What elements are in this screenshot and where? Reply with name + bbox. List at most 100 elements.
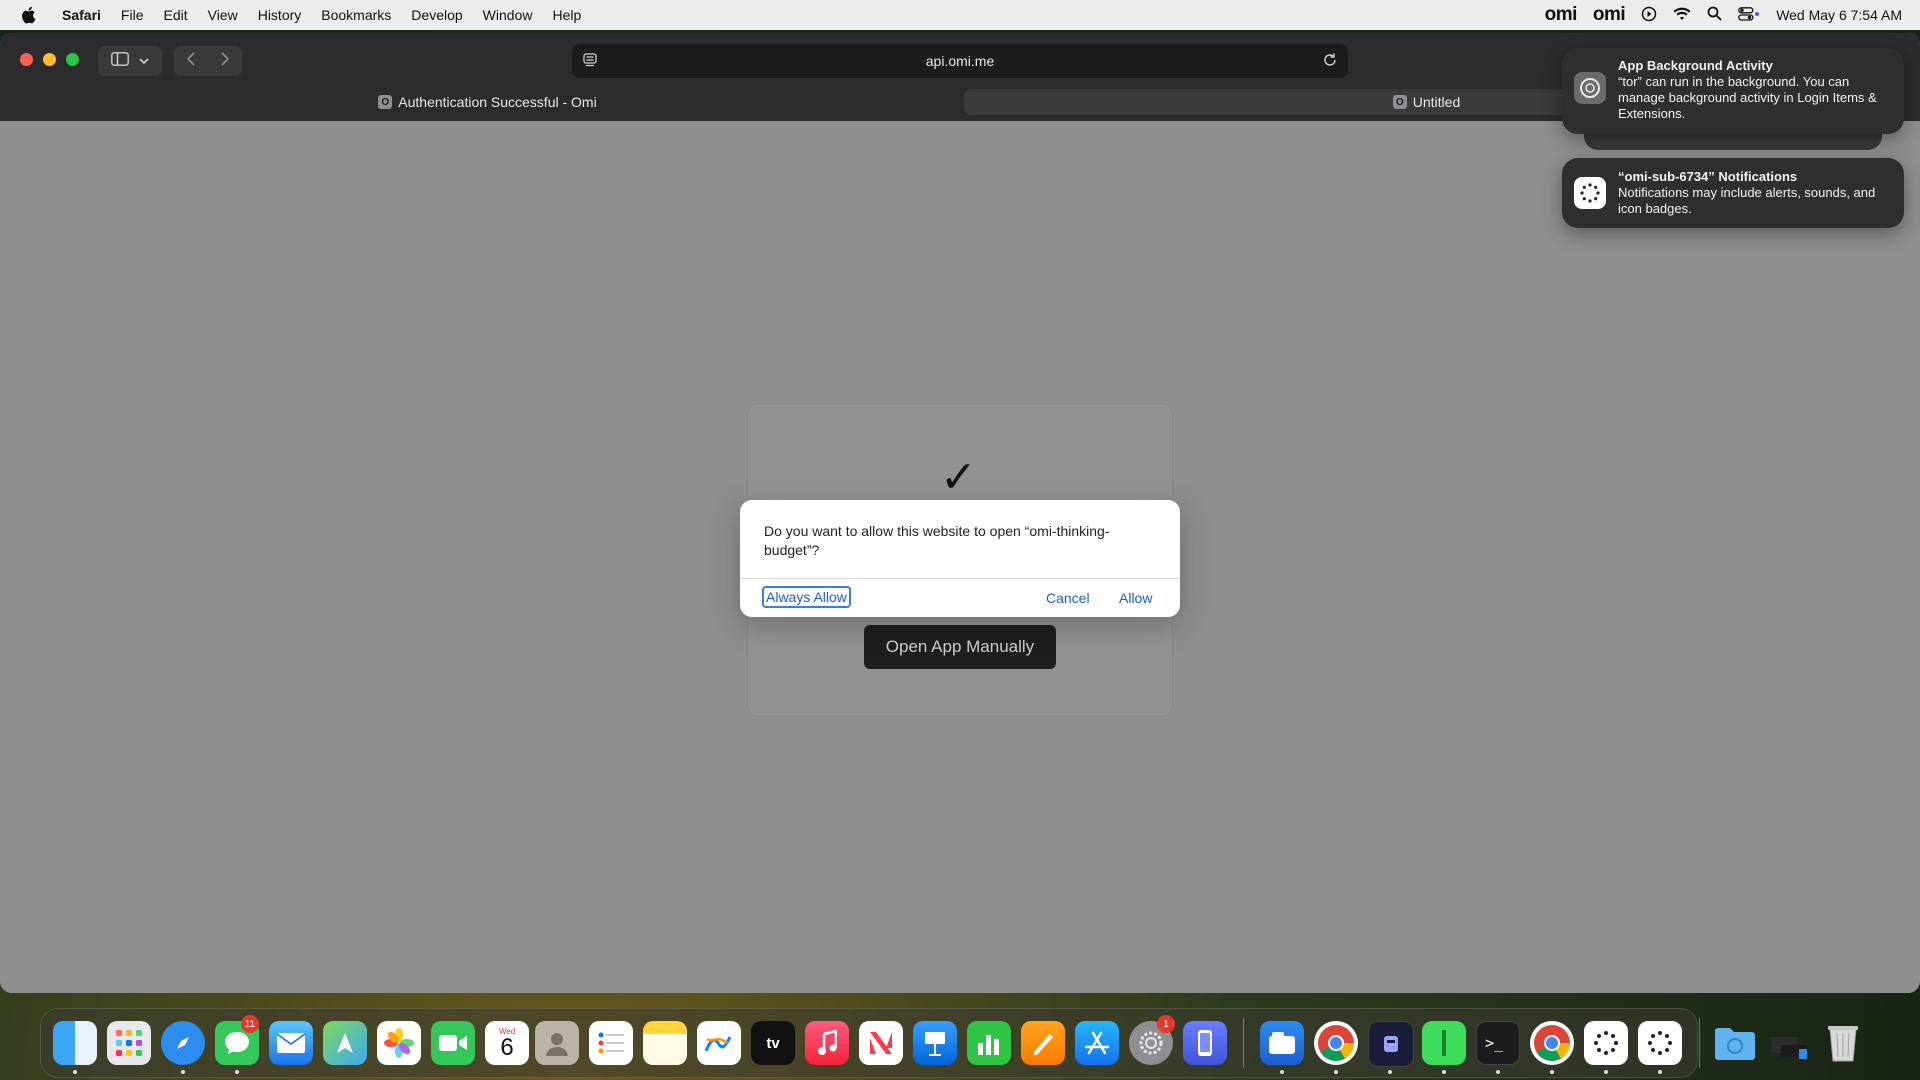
messages-badge: 11 bbox=[241, 1015, 259, 1033]
notes-icon[interactable] bbox=[643, 1021, 687, 1065]
keynote-icon[interactable] bbox=[913, 1021, 957, 1065]
running-indicator bbox=[1496, 1070, 1500, 1074]
omi-status-item-2[interactable]: omi bbox=[1593, 4, 1626, 26]
chevron-down-icon bbox=[139, 52, 149, 70]
app-store-icon[interactable] bbox=[1075, 1021, 1119, 1065]
back-button[interactable] bbox=[186, 51, 196, 71]
omi-app-icon[interactable] bbox=[1368, 1021, 1414, 1067]
system-settings-badge: 1 bbox=[1157, 1015, 1175, 1033]
dots-icon bbox=[1574, 177, 1606, 209]
running-indicator bbox=[1442, 1070, 1446, 1074]
notification-body: “tor” can run in the background. You can… bbox=[1618, 74, 1877, 121]
cancel-button[interactable]: Cancel bbox=[1046, 590, 1090, 606]
close-window-button[interactable] bbox=[20, 53, 33, 66]
allow-button[interactable]: Allow bbox=[1119, 590, 1152, 606]
contacts-icon[interactable] bbox=[535, 1021, 579, 1065]
gear-icon bbox=[1574, 72, 1606, 104]
wifi-icon[interactable] bbox=[1673, 7, 1691, 24]
menubar-clock[interactable]: Wed May 6 7:54 AM bbox=[1776, 7, 1902, 23]
apple-menu-icon[interactable] bbox=[20, 6, 38, 24]
running-indicator bbox=[1388, 1070, 1392, 1074]
numbers-icon[interactable] bbox=[967, 1021, 1011, 1065]
menu-file[interactable]: File bbox=[121, 7, 144, 23]
maps-icon[interactable] bbox=[323, 1021, 367, 1065]
running-indicator bbox=[1658, 1070, 1662, 1074]
android-file-transfer-icon[interactable] bbox=[1422, 1021, 1466, 1065]
always-allow-button[interactable]: Always Allow bbox=[762, 586, 851, 608]
window-controls bbox=[20, 53, 79, 66]
menu-history[interactable]: History bbox=[258, 7, 302, 23]
menu-view[interactable]: View bbox=[208, 7, 238, 23]
omi-status-item[interactable]: omi bbox=[1545, 4, 1578, 26]
tab-favicon: O bbox=[378, 95, 393, 109]
dialog-message: Do you want to allow this website to ope… bbox=[764, 523, 1110, 558]
zoom-window-button[interactable] bbox=[66, 53, 79, 66]
tab-authentication-successful[interactable]: O Authentication Successful - Omi bbox=[10, 89, 965, 115]
open-app-manually-button[interactable]: Open App Manually bbox=[864, 625, 1056, 669]
apple-tv-icon[interactable]: tv bbox=[751, 1021, 795, 1065]
running-indicator bbox=[1604, 1070, 1608, 1074]
running-indicator bbox=[235, 1070, 239, 1074]
spotlight-search-icon[interactable] bbox=[1707, 6, 1722, 24]
facetime-icon[interactable] bbox=[431, 1021, 475, 1065]
dock-separator bbox=[1699, 1018, 1700, 1068]
freeform-icon[interactable] bbox=[697, 1021, 741, 1065]
iphone-mirroring-icon[interactable] bbox=[1183, 1021, 1227, 1065]
running-indicator bbox=[73, 1070, 77, 1074]
running-indicator bbox=[1280, 1070, 1284, 1074]
menu-window[interactable]: Window bbox=[483, 7, 533, 23]
url-text: api.omi.me bbox=[925, 53, 995, 69]
stacked-windows-icon[interactable] bbox=[1767, 1021, 1811, 1065]
menu-help[interactable]: Help bbox=[552, 7, 581, 23]
mail-icon[interactable] bbox=[269, 1021, 313, 1065]
running-indicator bbox=[1550, 1070, 1554, 1074]
reminders-icon[interactable] bbox=[589, 1021, 633, 1065]
finder-icon[interactable] bbox=[53, 1021, 97, 1065]
sidebar-icon bbox=[111, 51, 129, 71]
menu-safari[interactable]: Safari bbox=[62, 7, 101, 23]
menu-bar: Safari File Edit View History Bookmarks … bbox=[0, 0, 1920, 30]
dock-separator bbox=[1243, 1018, 1244, 1068]
omi-dots-icon-2[interactable] bbox=[1638, 1021, 1682, 1065]
notification-background-activity[interactable]: App Background Activity “tor” can run in… bbox=[1562, 48, 1904, 134]
downloads-folder-icon[interactable] bbox=[1713, 1021, 1757, 1065]
forward-button[interactable] bbox=[220, 51, 230, 71]
dialog-divider bbox=[740, 578, 1180, 579]
safari-icon[interactable] bbox=[161, 1021, 205, 1065]
menu-bookmarks[interactable]: Bookmarks bbox=[321, 7, 391, 23]
tab-favicon: O bbox=[1392, 95, 1407, 109]
trash-icon[interactable] bbox=[1821, 1021, 1865, 1065]
checkmark-icon: ✓ bbox=[940, 453, 977, 502]
tab-label: Untitled bbox=[1412, 94, 1461, 110]
news-icon[interactable] bbox=[859, 1021, 903, 1065]
terminal-icon[interactable]: >_ bbox=[1476, 1021, 1520, 1065]
chrome-icon-2[interactable] bbox=[1530, 1021, 1574, 1065]
minimize-window-button[interactable] bbox=[43, 53, 56, 66]
control-center-icon[interactable] bbox=[1738, 6, 1760, 24]
navigation-buttons bbox=[174, 46, 242, 76]
photos-icon[interactable] bbox=[377, 1021, 421, 1065]
play-status-icon[interactable] bbox=[1641, 6, 1657, 25]
music-icon[interactable] bbox=[805, 1021, 849, 1065]
omi-dots-icon[interactable] bbox=[1584, 1021, 1628, 1065]
tab-label: Authentication Successful - Omi bbox=[398, 94, 597, 110]
chrome-icon[interactable] bbox=[1314, 1021, 1358, 1065]
open-app-permission-dialog: Do you want to allow this website to ope… bbox=[740, 500, 1180, 617]
notification-body: Notifications may include alerts, sounds… bbox=[1618, 185, 1876, 216]
address-bar[interactable]: api.omi.me bbox=[572, 44, 1348, 78]
notification-omi-sub[interactable]: “omi-sub-6734” Notifications Notificatio… bbox=[1562, 158, 1904, 228]
calendar-icon[interactable]: Wed 6 bbox=[485, 1021, 529, 1065]
launchpad-icon[interactable] bbox=[107, 1021, 151, 1065]
notification-title: “omi-sub-6734” Notifications bbox=[1618, 169, 1798, 184]
running-indicator bbox=[1334, 1070, 1338, 1074]
notification-title: App Background Activity bbox=[1618, 58, 1773, 73]
sidebar-toggle-button[interactable] bbox=[98, 46, 162, 76]
menu-edit[interactable]: Edit bbox=[163, 7, 187, 23]
page-menu-icon[interactable] bbox=[582, 52, 598, 71]
reload-icon[interactable] bbox=[1322, 52, 1338, 71]
running-indicator bbox=[181, 1070, 185, 1074]
calendar-day: 6 bbox=[500, 1033, 514, 1061]
menu-develop[interactable]: Develop bbox=[411, 7, 462, 23]
files-app-icon[interactable] bbox=[1260, 1021, 1304, 1065]
pages-icon[interactable] bbox=[1021, 1021, 1065, 1065]
